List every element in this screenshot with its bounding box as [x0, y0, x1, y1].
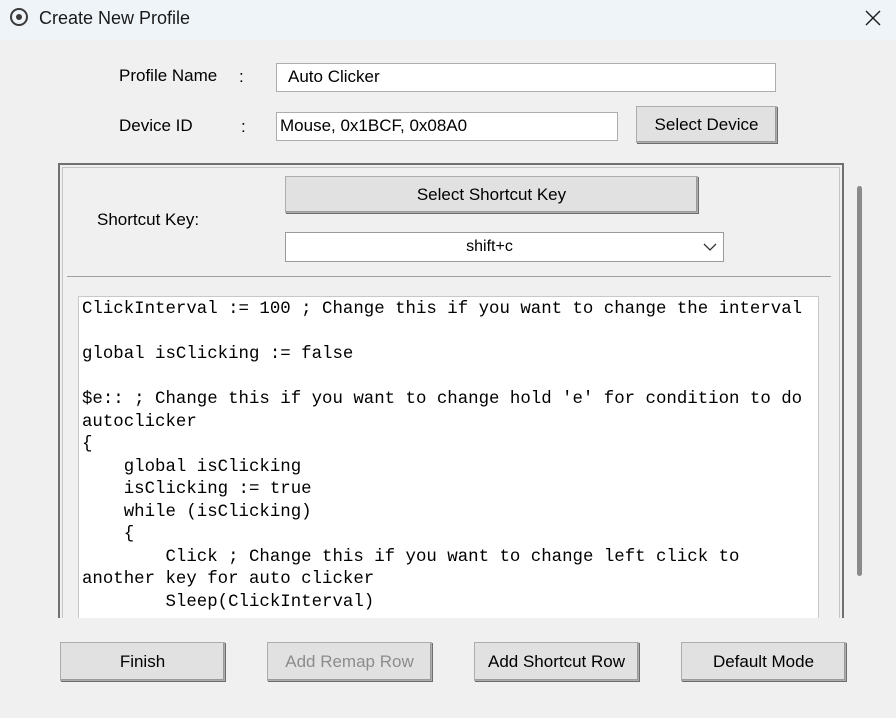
profile-name-input[interactable]: Auto Clicker — [276, 63, 776, 92]
script-line: isClicking := true — [82, 480, 312, 499]
script-line: $e:: ; Change this if you want to change… — [82, 390, 813, 432]
shortcut-key-value: shift+c — [466, 238, 513, 255]
add-remap-row-button[interactable]: Add Remap Row — [267, 642, 432, 681]
profile-name-colon: : — [239, 67, 244, 86]
script-editor[interactable]: ClickInterval := 100 ; Change this if yo… — [78, 296, 819, 618]
script-line: global isClicking — [82, 457, 302, 477]
script-line: Click ; Change this if you want to chang… — [82, 547, 750, 590]
title-bar: Create New Profile — [0, 0, 896, 40]
shortcut-key-dropdown[interactable]: shift+c — [285, 232, 724, 262]
script-line: { — [82, 525, 135, 544]
script-line: ClickInterval := 100 ; Change this if yo… — [82, 300, 803, 319]
device-id-colon: : — [241, 117, 246, 136]
close-icon — [865, 10, 881, 26]
scrollbar-thumb[interactable] — [857, 186, 862, 576]
script-line — [82, 322, 818, 345]
script-line — [82, 367, 818, 390]
close-button[interactable] — [850, 0, 896, 38]
script-line: { — [82, 435, 93, 454]
panel-divider — [67, 276, 831, 277]
window-title: Create New Profile — [39, 8, 191, 28]
select-device-button[interactable]: Select Device — [636, 106, 777, 143]
finish-button[interactable]: Finish — [60, 642, 225, 681]
profile-name-label: Profile Name — [119, 66, 218, 85]
add-shortcut-row-button[interactable]: Add Shortcut Row — [474, 642, 639, 681]
shortcut-key-label: Shortcut Key: — [97, 210, 200, 229]
script-line: while (isClicking) — [82, 502, 312, 522]
device-id-label: Device ID — [119, 116, 193, 135]
script-line: global isClicking := false — [82, 345, 354, 364]
chevron-down-icon — [703, 243, 717, 251]
default-mode-button[interactable]: Default Mode — [681, 642, 846, 681]
radio-dot-icon — [10, 8, 28, 26]
select-shortcut-key-button[interactable]: Select Shortcut Key — [285, 176, 698, 213]
script-line: Sleep(ClickInterval) — [82, 592, 375, 612]
device-id-input[interactable]: Mouse, 0x1BCF, 0x08A0 — [276, 112, 618, 141]
